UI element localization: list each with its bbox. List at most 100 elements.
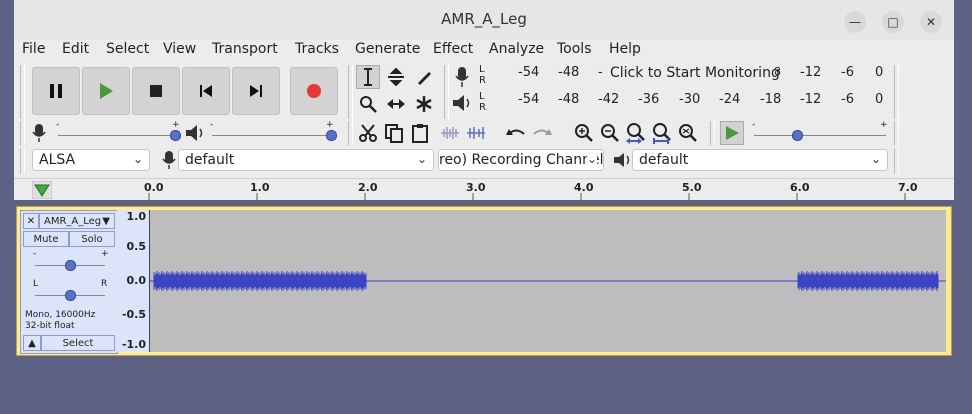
menu-view[interactable]: View: [163, 41, 196, 57]
toolbar-grip[interactable]: [444, 65, 449, 119]
solo-button[interactable]: Solo: [69, 231, 115, 247]
time-shift-tool[interactable]: [384, 92, 408, 116]
ruler-ticks: 0.0 1.0 2.0 3.0 4.0 5.0 6.0 7.0: [144, 179, 947, 201]
gain-knob[interactable]: [65, 260, 76, 271]
recording-volume-knob[interactable]: [170, 130, 181, 141]
skip-to-start-button[interactable]: [182, 67, 230, 115]
skip-to-end-button[interactable]: [232, 67, 280, 115]
toolbar-grip[interactable]: [894, 148, 899, 174]
playback-meter-tick: -48: [558, 92, 580, 107]
track-name: AMR_A_Leg: [44, 216, 102, 227]
playback-volume-slider[interactable]: [212, 135, 332, 136]
zoom-toggle-button[interactable]: [676, 121, 700, 145]
speaker-icon[interactable]: [451, 93, 473, 117]
play-button[interactable]: [82, 67, 130, 115]
recording-device-select[interactable]: default ⌄: [178, 149, 434, 171]
pan-knob[interactable]: [65, 290, 76, 301]
toolbar-grip[interactable]: [348, 65, 353, 119]
recording-channels-select[interactable]: reo) Recording Channels ⌄: [438, 149, 604, 171]
toolbar-grip[interactable]: [20, 148, 25, 174]
selection-tool[interactable]: [356, 65, 380, 89]
menu-tracks[interactable]: Tracks: [295, 41, 339, 57]
playback-meter-tick: -12: [800, 92, 822, 107]
i-beam-icon: [364, 68, 372, 86]
silence-audio-button[interactable]: [464, 121, 488, 145]
close-button[interactable]: ✕: [920, 11, 942, 33]
zoom-out-button[interactable]: [598, 121, 622, 145]
maximize-icon: □: [887, 15, 899, 29]
envelope-tool[interactable]: [384, 65, 408, 89]
title-bar: AMR_A_Leg — □ ✕: [14, 0, 954, 41]
fit-project-button[interactable]: [650, 121, 674, 145]
menu-transport[interactable]: Transport: [212, 41, 278, 57]
paste-button[interactable]: [408, 121, 432, 145]
toolbar-grip[interactable]: [348, 121, 353, 145]
playback-speed-slider[interactable]: [754, 135, 886, 136]
collapse-track-button[interactable]: ▲: [23, 335, 41, 351]
cut-button[interactable]: [356, 121, 380, 145]
timeline-ruler[interactable]: 0.0 1.0 2.0 3.0 4.0 5.0 6.0 7.0: [14, 178, 954, 201]
ruler-tick-label: 0.0: [144, 181, 164, 194]
start-monitoring-prompt[interactable]: Click to Start Monitoring: [610, 65, 780, 81]
draw-tool[interactable]: [412, 65, 436, 89]
pause-button[interactable]: [32, 67, 80, 115]
maximize-button[interactable]: □: [882, 11, 904, 33]
multi-tool[interactable]: [412, 92, 436, 116]
select-track-button[interactable]: Select: [41, 335, 115, 351]
playback-device-icon: [612, 151, 632, 173]
menu-analyze[interactable]: Analyze: [489, 41, 544, 57]
speed-min: -: [752, 120, 756, 130]
microphone-icon[interactable]: [454, 66, 470, 92]
ruler-tick-label: 1.0: [250, 181, 270, 194]
record-meter-tick: -6: [841, 65, 854, 80]
menu-help[interactable]: Help: [609, 41, 641, 57]
trim-audio-button[interactable]: [438, 121, 462, 145]
menu-effect[interactable]: Effect: [433, 41, 473, 57]
menu-file[interactable]: File: [22, 41, 45, 57]
toolbar-grip[interactable]: [20, 65, 25, 119]
skip-to-start-icon: [200, 85, 212, 97]
mute-button[interactable]: Mute: [23, 231, 69, 247]
undo-button[interactable]: [504, 121, 528, 145]
audio-track[interactable]: ✕ AMR_A_Leg ▼ Mute Solo - + L R Mono, 16…: [16, 206, 952, 356]
track-name-menu[interactable]: AMR_A_Leg ▼: [39, 213, 115, 229]
menu-select[interactable]: Select: [106, 41, 149, 57]
record-meter-tick: -48: [558, 65, 580, 80]
double-arrow-icon: [387, 99, 405, 109]
record-meter[interactable]: -54 -48 - Click to Start Monitoring 8 -1…: [490, 65, 890, 87]
window-title: AMR_A_Leg: [441, 10, 527, 28]
zoom-tool[interactable]: [356, 92, 380, 116]
copy-button[interactable]: [382, 121, 406, 145]
paste-icon: [412, 124, 428, 143]
pause-icon: [50, 84, 62, 98]
toolbar-grip[interactable]: [710, 121, 715, 145]
toolbar-grip[interactable]: [894, 65, 899, 119]
playback-speed-knob[interactable]: [792, 130, 803, 141]
toolbar-area: L R -54 -48 - Click to Start Monitoring …: [14, 62, 954, 178]
audio-host-select[interactable]: ALSA ⌄: [32, 149, 150, 171]
playback-meter[interactable]: -54 -48 -42 -36 -30 -24 -18 -12 -6 0: [490, 92, 890, 114]
scissors-icon: [359, 124, 377, 142]
menu-edit[interactable]: Edit: [62, 41, 89, 57]
stop-button[interactable]: [132, 67, 180, 115]
waveform-display[interactable]: [150, 210, 946, 352]
recording-volume-slider[interactable]: [58, 135, 176, 136]
menu-generate[interactable]: Generate: [355, 41, 420, 57]
close-track-button[interactable]: ✕: [23, 213, 39, 229]
record-button[interactable]: [290, 67, 338, 115]
menu-tools[interactable]: Tools: [557, 41, 592, 57]
fit-selection-button[interactable]: [624, 121, 648, 145]
playback-volume-knob[interactable]: [326, 130, 337, 141]
vertical-scale[interactable]: 1.0 0.5 0.0 -0.5 -1.0: [117, 210, 150, 352]
toolbar-grip[interactable]: [894, 121, 899, 145]
play-volume-min: -: [210, 120, 214, 130]
skip-to-end-icon: [250, 85, 262, 97]
playback-device-select[interactable]: default ⌄: [632, 149, 888, 171]
minimize-button[interactable]: —: [844, 11, 866, 33]
zoom-in-button[interactable]: [572, 121, 596, 145]
play-at-speed-button[interactable]: [720, 121, 744, 145]
record-meter-tick: -: [598, 65, 603, 80]
redo-button[interactable]: [530, 121, 554, 145]
toolbar-grip[interactable]: [20, 121, 25, 145]
scale-label: -0.5: [121, 308, 146, 321]
